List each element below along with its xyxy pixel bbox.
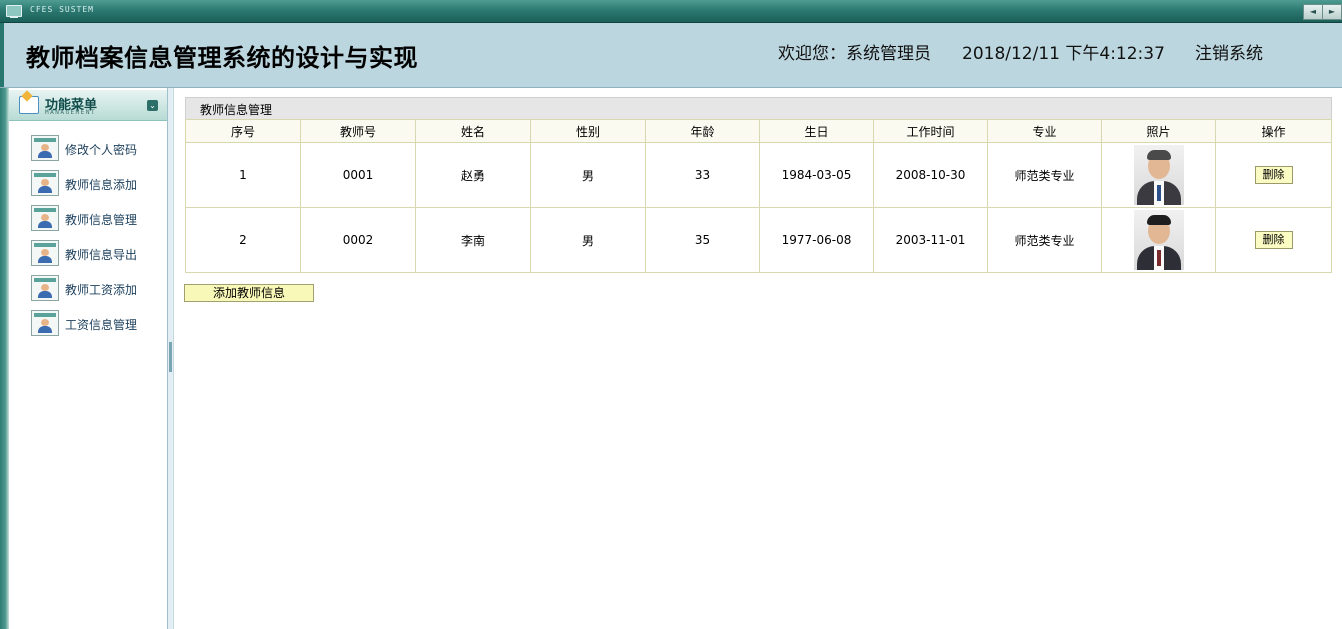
header-edge (0, 23, 4, 87)
cell-gender: 男 (530, 142, 646, 208)
column-header: 工作时间 (873, 119, 988, 143)
cell-name: 赵勇 (415, 142, 531, 208)
cell-major: 师范类专业 (987, 142, 1102, 208)
panel-header: 教师信息管理 (185, 97, 1332, 120)
app-header: 教师档案信息管理系统的设计与实现 欢迎您：系统管理员 2018/12/11 下午… (0, 23, 1342, 88)
system-name: CFES SUSTEM (30, 5, 94, 14)
column-header: 年龄 (645, 119, 760, 143)
sidebar-item-teacher-export[interactable]: 教师信息导出 (31, 240, 167, 268)
user-card-icon (31, 240, 59, 266)
delete-button[interactable]: 删除 (1254, 166, 1293, 184)
cell-action: 删除 (1215, 207, 1332, 273)
menu-home-icon (19, 96, 39, 114)
nav-prev-button[interactable]: ◄ (1303, 4, 1323, 20)
sidebar-item-label: 工资信息管理 (65, 318, 138, 332)
delete-button[interactable]: 删除 (1254, 231, 1293, 249)
cell-teacher-no: 0002 (300, 207, 416, 273)
table-header-row: 序号 教师号 姓名 性别 年龄 生日 工作时间 专业 照片 操作 (185, 119, 1332, 143)
user-card-icon (31, 275, 59, 301)
nav-next-button[interactable]: ► (1322, 4, 1342, 20)
user-card-icon (31, 135, 59, 161)
column-header: 性别 (530, 119, 646, 143)
column-header: 序号 (185, 119, 301, 143)
cell-age: 33 (645, 142, 760, 208)
teacher-photo (1133, 210, 1184, 270)
sidebar-item-salary-manage[interactable]: 工资信息管理 (31, 310, 167, 338)
cell-birthday: 1977-06-08 (759, 207, 874, 273)
teacher-photo (1133, 145, 1184, 205)
user-card-icon (31, 310, 59, 336)
cell-major: 师范类专业 (987, 207, 1102, 273)
page-title: 教师档案信息管理系统的设计与实现 (26, 44, 418, 72)
cell-work-date: 2003-11-01 (873, 207, 988, 273)
sidebar-splitter[interactable] (167, 88, 174, 629)
sidebar-item-label: 教师工资添加 (65, 283, 138, 297)
column-header: 专业 (987, 119, 1102, 143)
cell-photo (1101, 207, 1216, 273)
column-header: 照片 (1101, 119, 1216, 143)
add-teacher-button[interactable]: 添加教师信息 (184, 284, 314, 302)
teacher-table: 序号 教师号 姓名 性别 年龄 生日 工作时间 专业 照片 操作 1 0001 … (185, 119, 1332, 273)
sidebar-item-salary-add[interactable]: 教师工资添加 (31, 275, 167, 303)
cell-gender: 男 (530, 207, 646, 273)
user-card-icon (31, 205, 59, 231)
sidebar-item-label: 教师信息导出 (65, 248, 138, 262)
cell-photo (1101, 142, 1216, 208)
sidebar-subtitle: MANAGEMENT (45, 109, 97, 116)
cell-age: 35 (645, 207, 760, 273)
sidebar: 功能菜单 MANAGEMENT ⌄ 修改个人密码 教师信息添加 教师信息管理 教… (9, 88, 167, 629)
sidebar-item-change-password[interactable]: 修改个人密码 (31, 135, 167, 163)
column-header: 教师号 (300, 119, 416, 143)
logout-link[interactable]: 注销系统 (1195, 39, 1263, 64)
sidebar-item-label: 教师信息管理 (65, 213, 138, 227)
cell-name: 李南 (415, 207, 531, 273)
table-row: 2 0002 李南 男 35 1977-06-08 2003-11-01 师范类… (185, 207, 1332, 273)
sidebar-item-teacher-add[interactable]: 教师信息添加 (31, 170, 167, 198)
cell-birthday: 1984-03-05 (759, 142, 874, 208)
current-datetime: 2018/12/11 下午4:12:37 (962, 44, 1165, 64)
cell-index: 1 (185, 142, 301, 208)
chevron-down-icon[interactable]: ⌄ (147, 100, 158, 111)
monitor-icon (6, 5, 22, 18)
cell-index: 2 (185, 207, 301, 273)
sidebar-item-label: 修改个人密码 (65, 143, 138, 157)
column-header: 操作 (1215, 119, 1332, 143)
sidebar-header: 功能菜单 MANAGEMENT ⌄ (9, 90, 167, 121)
cell-teacher-no: 0001 (300, 142, 416, 208)
user-card-icon (31, 170, 59, 196)
panel-title: 教师信息管理 (200, 103, 273, 117)
left-edge-strip (0, 88, 9, 629)
sidebar-item-label: 教师信息添加 (65, 178, 138, 192)
cell-action: 删除 (1215, 142, 1332, 208)
welcome-text: 欢迎您：系统管理员 (778, 44, 931, 64)
column-header: 姓名 (415, 119, 531, 143)
sidebar-item-teacher-manage[interactable]: 教师信息管理 (31, 205, 167, 233)
splitter-grip-handle[interactable] (169, 342, 172, 372)
cell-work-date: 2008-10-30 (873, 142, 988, 208)
column-header: 生日 (759, 119, 874, 143)
table-row: 1 0001 赵勇 男 33 1984-03-05 2008-10-30 师范类… (185, 142, 1332, 208)
system-titlebar: CFES SUSTEM ◄ ► (0, 0, 1342, 23)
